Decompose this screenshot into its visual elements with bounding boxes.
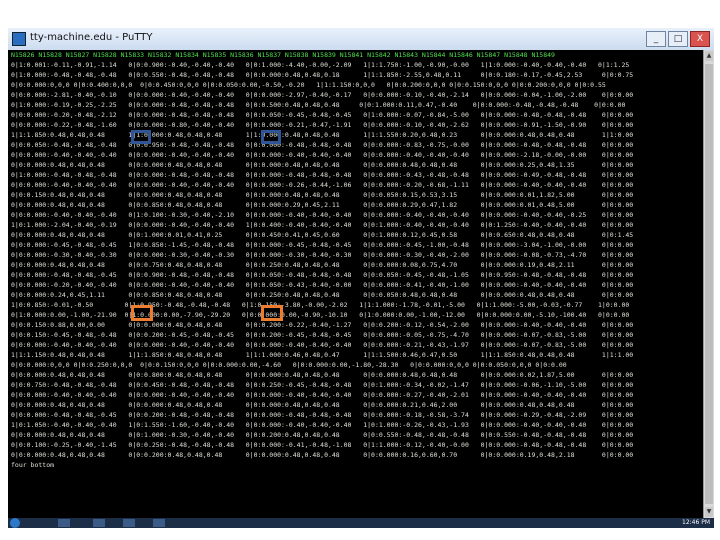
terminal-line: 0|0:0.150:0.48,0.48,0.48 0|0:0.000:0.48,… — [11, 191, 634, 199]
terminal-line: 0|0:0.000:-0.22,-0.48,-1.60 0|0:0.000:-0… — [11, 121, 634, 129]
terminal-line: 0|0:0.000:-0.20,-0.48,-2.12 0|0:0.000:-0… — [11, 111, 634, 119]
terminal-line: 0|0:0.150:-0.45,-0.48,-0.48 0|0:0.200:-0… — [11, 331, 634, 339]
putty-window: tty-machine.edu - PuTTY _ □ X N15826 N15… — [8, 28, 714, 528]
terminal-line: 0|0:0.000:0.48,0.48,0.48 0|0:0.800:0.48,… — [11, 371, 634, 379]
terminal-output[interactable]: N15826 N15828 N15827 N15828 N15833 N1583… — [8, 50, 704, 518]
terminal-line: 0|0:0.000:0.48,0.48,0.48 0|0:1.000:-0.30… — [11, 431, 634, 439]
terminal-line: 0|0:0.000:-0.48,-0.48,-0.45 0|0:0.900:-0… — [11, 271, 634, 279]
terminal-line: 0|0:0.000:0.48,0.48,0.48 0|0:0.850:0.48,… — [11, 201, 634, 209]
terminal-line: 0|1:0.000:0.00,-1.00,-21.90 0|1:0.000:0.… — [11, 311, 630, 319]
window-title: tty-machine.edu - PuTTY — [30, 32, 153, 43]
terminal-line: 0|0:0.000:-0.40,-0.40,-0.40 0|0:0.000:-0… — [11, 181, 634, 189]
terminal-line: 0|0:0.000:-0.20,-0.40,-0.40 0|0:0.000:-0… — [11, 281, 634, 289]
terminal-line: 1|0:1.000:-2.04,-0.40,-0.19 0|0:0.000:-0… — [11, 221, 634, 229]
taskbar-app-button[interactable] — [153, 519, 165, 527]
terminal-line: 0|0:0.000:0.48,0.48,0.48 0|0:0.750:0.48,… — [11, 261, 634, 269]
terminal-line: 0|0:0.000:-0.40,-0.40,-0.40 0|0:0.000:-0… — [11, 151, 634, 159]
terminal-line: 0|0:0.000:-0.30,-0.40,-0.30 0|0:0.000:-0… — [11, 251, 634, 259]
terminal-line: 1|0:0.850:-0.01,-0.50 0|1:0.950:-0.48,-0… — [11, 301, 630, 309]
terminal-header-line: N15826 N15828 N15827 N15828 N15833 N1583… — [11, 51, 555, 59]
terminal-line: 0|0:0.000:-2.81,-0.40,-0.10 0|0:0.000:-0… — [11, 91, 634, 99]
minimize-button[interactable]: _ — [646, 31, 666, 47]
terminal-line: 0|0:0.000:0.48,0.48,0.48 0|0:0.200:0.48,… — [11, 451, 634, 459]
terminal-line: 0|0:0.000:-0.40,-0.40,-0.40 0|1:0.100:-0… — [11, 211, 634, 219]
terminal-line: 0|0:0.000:0.24,0.45,1.11 0|0:0.850:0.48,… — [11, 291, 634, 299]
terminal-line: 0|0:0.000:0.48,0.48,0.48 0|0:1.000:0.01,… — [11, 231, 634, 239]
window-titlebar[interactable]: tty-machine.edu - PuTTY _ □ X — [8, 28, 714, 51]
terminal-status-line: four bottom — [11, 461, 55, 469]
terminal-line: 0|1:0.000:-0.48,-0.48,-0.48 0|0:0.000:-0… — [11, 171, 634, 179]
terminal-line: 0|0:0.000:-0.40,-0.40,-0.40 0|0:0.000:-0… — [11, 341, 634, 349]
highlight-box-orange-2 — [261, 305, 283, 321]
terminal-line: 0|0:0.000:0.48,0.48,0.48 0|0:0.000:0.48,… — [11, 401, 634, 409]
windows-taskbar: 12:46 PM — [8, 518, 714, 528]
terminal-line: 0|0:0.750:-0.48,-0.48,-0.48 0|0:0.450:-0… — [11, 381, 634, 389]
terminal-line: 0|1:0.000:-0.48,-0.48,-0.48 0|0:0.550:-0… — [11, 71, 634, 79]
start-button[interactable] — [10, 518, 20, 528]
terminal-line: 0|0:0.000:0,0,0 0|0:0.250:0,0,0 0|0:0.15… — [11, 361, 567, 369]
terminal-scrollbar[interactable]: ▲ ▼ — [703, 50, 714, 518]
terminal-line: 0|0:0.000:-0.48,-0.48,-0.45 0|0:0.200:-0… — [11, 411, 634, 419]
taskbar-clock[interactable]: 12:46 PM — [682, 518, 710, 528]
highlight-box-blue-2 — [261, 130, 281, 144]
highlight-box-blue-1 — [131, 130, 151, 144]
scroll-down-arrow-icon[interactable]: ▼ — [705, 507, 713, 517]
close-button[interactable]: X — [690, 31, 710, 47]
highlight-box-orange-1 — [131, 305, 153, 321]
terminal-line: 1|0:1.050:-0.40,-0.40,-0.40 1|0:1.550:-1… — [11, 421, 634, 429]
terminal-line: 0|0:0.000:0,0,0 0|0:0.400:0,0,0 0|0:0.45… — [11, 81, 606, 89]
putty-app-icon[interactable] — [12, 32, 26, 46]
terminal-line: 0|0:0.000:0.48,0.48,0.48 0|0:0.000:0.48,… — [11, 161, 634, 169]
terminal-line: 0|0:0.150:0.88,0.00,0.00 0|0:0.000:0.48,… — [11, 321, 634, 329]
terminal-line: 0|0:0.100:-0.25,-0.40,-1.45 0|0:0.250:-0… — [11, 441, 634, 449]
scrollbar-thumb[interactable] — [705, 64, 713, 504]
terminal-line: 0|1:0.001:-0.11,-0.91,-1.14 0|0:0.900:-0… — [11, 61, 630, 69]
taskbar-app-button[interactable] — [123, 519, 135, 527]
maximize-button[interactable]: □ — [668, 31, 688, 47]
terminal-line: 0|1:0.000:-0.19,-0.25,-2.25 0|0:0.000:-0… — [11, 101, 626, 109]
terminal-line: 1|1:1.850:0.48,0.48,0.48 1|1:0.000:0.48,… — [11, 131, 634, 139]
taskbar-app-button[interactable] — [58, 519, 70, 527]
terminal-line: 0|0:0.050:-0.48,-0.48,-0.48 0|0:0.950:-0… — [11, 141, 634, 149]
taskbar-app-button[interactable] — [93, 519, 105, 527]
scroll-up-arrow-icon[interactable]: ▲ — [705, 51, 713, 61]
terminal-line: 0|0:0.000:-0.40,-0.40,-0.40 0|0:0.000:-0… — [11, 391, 634, 399]
terminal-line: 1|1:1.150:0.48,0.48,0.48 1|1:1.850:0.48,… — [11, 351, 634, 359]
terminal-line: 0|0:0.000:-0.45,-0.48,-0.45 1|0:0.850:-1… — [11, 241, 634, 249]
